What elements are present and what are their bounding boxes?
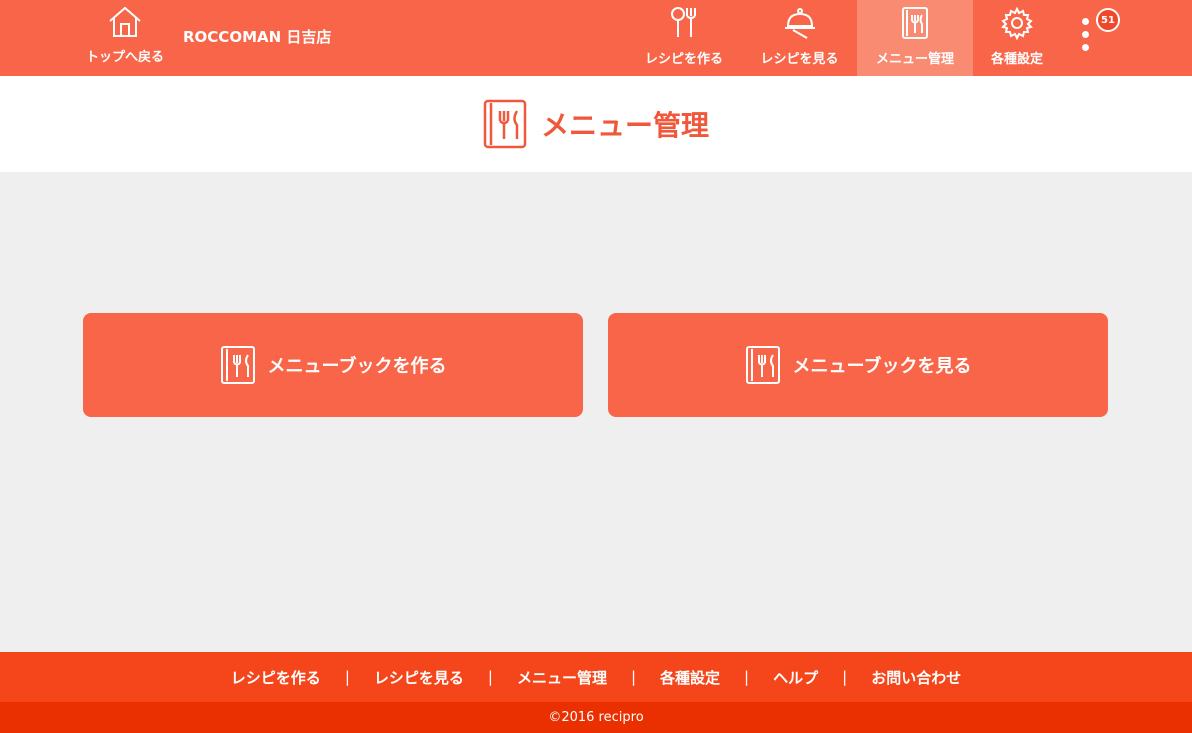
- view-menubook-label: メニューブックを見る: [792, 356, 972, 377]
- footer-separator: |: [630, 668, 637, 686]
- menu-book-icon: [483, 99, 527, 149]
- nav-recipe-make-label: レシピを作る: [644, 52, 723, 67]
- house-icon: [109, 6, 141, 37]
- shop-name: ROCCOMAN 日吉店: [183, 28, 332, 46]
- home-button[interactable]: トップへ戻る: [80, 4, 170, 70]
- more-dot-icon: [1081, 44, 1089, 51]
- home-label: トップへ戻る: [85, 50, 164, 65]
- more-menu-button[interactable]: [1078, 18, 1092, 54]
- nav-recipe-make[interactable]: レシピを作る: [626, 0, 742, 76]
- app-header: トップへ戻る ROCCOMAN 日吉店 レシピを作る レシピを見る メニュー管理: [0, 0, 1192, 76]
- nav-menu-management[interactable]: メニュー管理: [857, 0, 973, 76]
- create-menubook-button[interactable]: メニューブックを作る: [83, 313, 583, 417]
- utensils-icon: [671, 7, 696, 37]
- footer-link-settings[interactable]: 各種設定: [660, 667, 720, 688]
- menu-book-icon: [902, 7, 928, 39]
- more-dot-icon: [1081, 31, 1089, 38]
- footer-separator: |: [842, 668, 848, 686]
- copyright: ©2016 recipro: [0, 702, 1192, 733]
- notification-badge[interactable]: 51: [1096, 8, 1120, 32]
- cloche-icon: [784, 8, 815, 39]
- nav-settings[interactable]: 各種設定: [973, 0, 1061, 76]
- nav-recipe-view-label: レシピを見る: [760, 52, 839, 67]
- footer-separator: |: [487, 668, 493, 686]
- nav-menu-management-label: メニュー管理: [875, 52, 954, 67]
- footer-link-help[interactable]: ヘルプ: [773, 667, 818, 688]
- footer-nav: レシピを作る | レシピを見る | メニュー管理 | 各種設定 | ヘルプ | …: [0, 652, 1192, 702]
- gear-icon: [1001, 6, 1033, 40]
- footer-link-recipe-view[interactable]: レシピを見る: [374, 667, 464, 688]
- view-menubook-button[interactable]: メニューブックを見る: [608, 313, 1108, 417]
- menu-book-icon: [220, 346, 255, 384]
- footer-link-contact[interactable]: お問い合わせ: [871, 667, 961, 688]
- page-title: メニュー管理: [540, 109, 709, 142]
- footer-separator: |: [344, 668, 350, 686]
- footer-separator: |: [744, 668, 750, 686]
- more-dot-icon: [1081, 18, 1089, 25]
- page-title-bar: メニュー管理: [0, 76, 1192, 172]
- menu-book-icon: [745, 346, 780, 384]
- create-menubook-label: メニューブックを作る: [267, 356, 447, 377]
- nav-recipe-view[interactable]: レシピを見る: [742, 0, 857, 76]
- nav-settings-label: 各種設定: [990, 52, 1043, 67]
- footer-link-menu-management[interactable]: メニュー管理: [517, 667, 607, 688]
- footer-link-recipe-make[interactable]: レシピを作る: [231, 667, 321, 688]
